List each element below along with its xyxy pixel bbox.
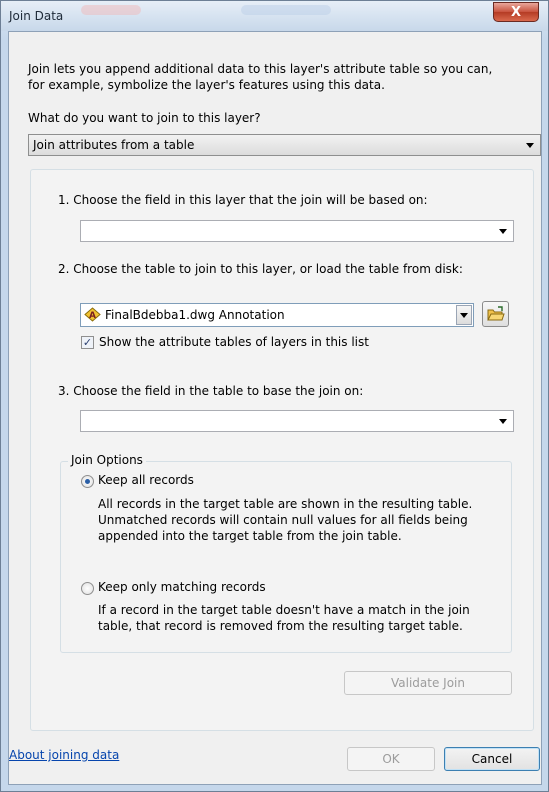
ok-button[interactable]: OK xyxy=(347,747,435,771)
close-button[interactable]: X xyxy=(493,2,539,22)
keep-matching-records-label: Keep only matching records xyxy=(98,580,266,594)
intro-text-line-1: Join lets you append additional data to … xyxy=(28,62,493,76)
chevron-down-icon xyxy=(499,419,507,424)
open-folder-icon xyxy=(487,306,505,326)
keep-matching-records-radio[interactable] xyxy=(81,582,94,595)
keep-all-desc-2: Unmatched records will contain null valu… xyxy=(98,513,468,527)
validate-join-button[interactable]: Validate Join xyxy=(344,671,512,695)
title-bar[interactable]: Join Data X xyxy=(1,1,548,31)
step3-label: 3. Choose the field in the table to base… xyxy=(58,384,364,398)
background-blur-decoration xyxy=(81,5,141,15)
chevron-down-icon xyxy=(499,229,507,234)
step2-label: 2. Choose the table to join to this laye… xyxy=(58,262,463,276)
show-attribute-tables-label: Show the attribute tables of layers in t… xyxy=(99,335,369,349)
intro-text-line-2: for example, symbolize the layer's featu… xyxy=(28,78,385,92)
background-blur-decoration xyxy=(241,5,331,15)
join-type-dropdown[interactable]: Join attributes from a table xyxy=(28,134,541,156)
keep-matching-desc-1: If a record in the target table doesn't … xyxy=(98,603,470,617)
keep-matching-desc-2: table, that record is removed from the r… xyxy=(98,619,463,633)
join-table-dropdown[interactable]: A FinalBdebba1.dwg Annotation xyxy=(80,303,474,327)
join-options-legend: Join Options xyxy=(68,453,146,467)
show-attribute-tables-checkbox[interactable]: ✓ xyxy=(81,336,94,349)
chevron-down-icon xyxy=(526,143,534,148)
annotation-layer-icon: A xyxy=(84,307,101,326)
join-table-field-dropdown[interactable] xyxy=(80,410,514,432)
step1-label: 1. Choose the field in this layer that t… xyxy=(58,193,428,207)
browse-button[interactable] xyxy=(482,301,509,327)
dropdown-button[interactable] xyxy=(456,305,472,325)
join-data-dialog: Join Data X Join lets you append additio… xyxy=(0,0,549,792)
join-table-value: FinalBdebba1.dwg Annotation xyxy=(105,308,285,322)
join-type-question: What do you want to join to this layer? xyxy=(28,111,261,125)
cancel-button[interactable]: Cancel xyxy=(444,747,540,771)
keep-all-records-label: Keep all records xyxy=(98,473,194,487)
join-type-selected: Join attributes from a table xyxy=(33,138,195,152)
window-title: Join Data xyxy=(9,9,64,23)
keep-all-records-radio[interactable] xyxy=(81,475,94,488)
join-field-dropdown[interactable] xyxy=(80,220,514,242)
keep-all-desc-1: All records in the target table are show… xyxy=(98,497,473,511)
about-joining-data-link[interactable]: About joining data xyxy=(9,748,119,762)
chevron-down-icon xyxy=(460,313,468,318)
keep-all-desc-3: appended into the target table from the … xyxy=(98,529,402,543)
svg-text:A: A xyxy=(89,311,96,321)
